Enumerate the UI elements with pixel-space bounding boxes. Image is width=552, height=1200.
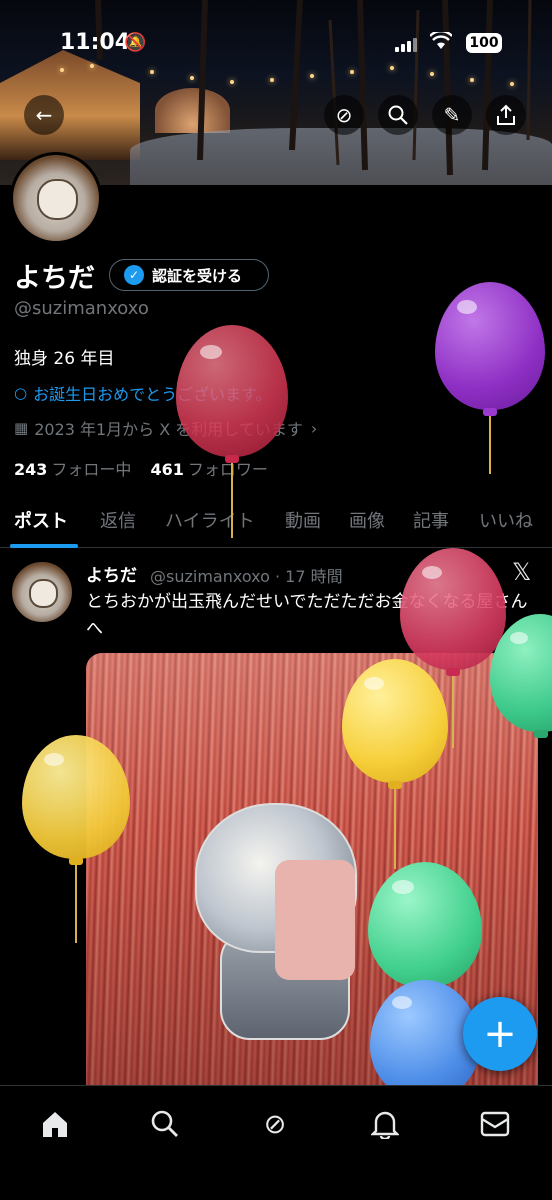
nav-home[interactable]	[35, 1104, 75, 1144]
tab-replies[interactable]: 返信	[100, 507, 136, 533]
edit-button[interactable]: ✎	[432, 95, 472, 135]
mail-icon	[480, 1111, 510, 1137]
bottom-navigation: ⊘	[0, 1085, 552, 1200]
compose-post-button[interactable]: +	[463, 997, 537, 1071]
verified-badge-icon: ✓	[124, 265, 144, 285]
profile-display-name: よちだ	[14, 263, 95, 294]
get-verified-label: 認証を受ける	[152, 266, 243, 285]
status-bar: 11:04 🔕 100	[0, 0, 552, 70]
status-time: 11:04	[60, 30, 131, 55]
grok-icon: ⊘	[263, 1108, 287, 1140]
profile-handle: @suzimanxoxo	[14, 298, 149, 319]
search-button[interactable]	[378, 95, 418, 135]
following-count: 243	[14, 460, 48, 479]
pencil-icon: ✎	[443, 103, 461, 127]
tab-images[interactable]: 画像	[349, 507, 385, 533]
tab-posts[interactable]: ポスト	[14, 507, 68, 533]
tab-likes[interactable]: いいね	[479, 507, 533, 533]
get-verified-button[interactable]: ✓ 認証を受ける	[109, 259, 269, 291]
x-logo-icon: 𝕏	[512, 558, 532, 586]
bell-icon	[371, 1111, 399, 1139]
battery-indicator: 100	[466, 33, 502, 53]
nav-search[interactable]	[145, 1104, 185, 1144]
share-icon	[497, 104, 515, 125]
grok-icon: ⊘	[335, 103, 353, 127]
back-arrow-icon: ←	[35, 103, 53, 127]
search-icon	[151, 1110, 178, 1137]
plus-icon: +	[483, 1011, 517, 1057]
balloon-icon: ○	[14, 384, 28, 402]
nav-grok[interactable]: ⊘	[255, 1104, 295, 1144]
post-avatar[interactable]	[10, 560, 74, 624]
back-button[interactable]: ←	[24, 95, 64, 135]
followers-link[interactable]: 461 フォロワー	[151, 460, 268, 479]
silent-bell-icon: 🔕	[124, 32, 147, 53]
following-label: フォロー中	[51, 460, 132, 479]
chevron-right-icon: ›	[310, 418, 318, 438]
avatar-character	[28, 578, 58, 608]
search-icon	[388, 105, 408, 125]
grok-button[interactable]: ⊘	[324, 95, 364, 135]
profile-tabs: ポスト 返信 ハイライト 動画 画像 記事 いいね	[0, 495, 552, 548]
calendar-icon: ▦	[14, 419, 29, 437]
nav-notifications[interactable]	[365, 1104, 405, 1144]
tab-highlights[interactable]: ハイライト	[165, 507, 255, 533]
profile-avatar[interactable]	[10, 152, 102, 244]
following-link[interactable]: 243 フォロー中	[14, 460, 131, 479]
nav-messages[interactable]	[475, 1104, 515, 1144]
wifi-icon	[429, 30, 453, 55]
home-icon	[43, 1112, 67, 1137]
profile-bio: 独身 26 年目	[14, 349, 115, 369]
phone-reflection	[275, 860, 355, 980]
tab-articles[interactable]: 記事	[413, 507, 449, 533]
active-tab-indicator	[10, 544, 78, 548]
signal-icon	[395, 38, 417, 52]
avatar-character	[37, 179, 79, 221]
post-meta: @suzimanxoxo · 17 時間	[150, 567, 343, 586]
followers-count: 461	[150, 460, 184, 479]
share-button[interactable]	[486, 95, 526, 135]
post-author-name: よちだ	[86, 566, 137, 586]
tab-videos[interactable]: 動画	[285, 507, 321, 533]
